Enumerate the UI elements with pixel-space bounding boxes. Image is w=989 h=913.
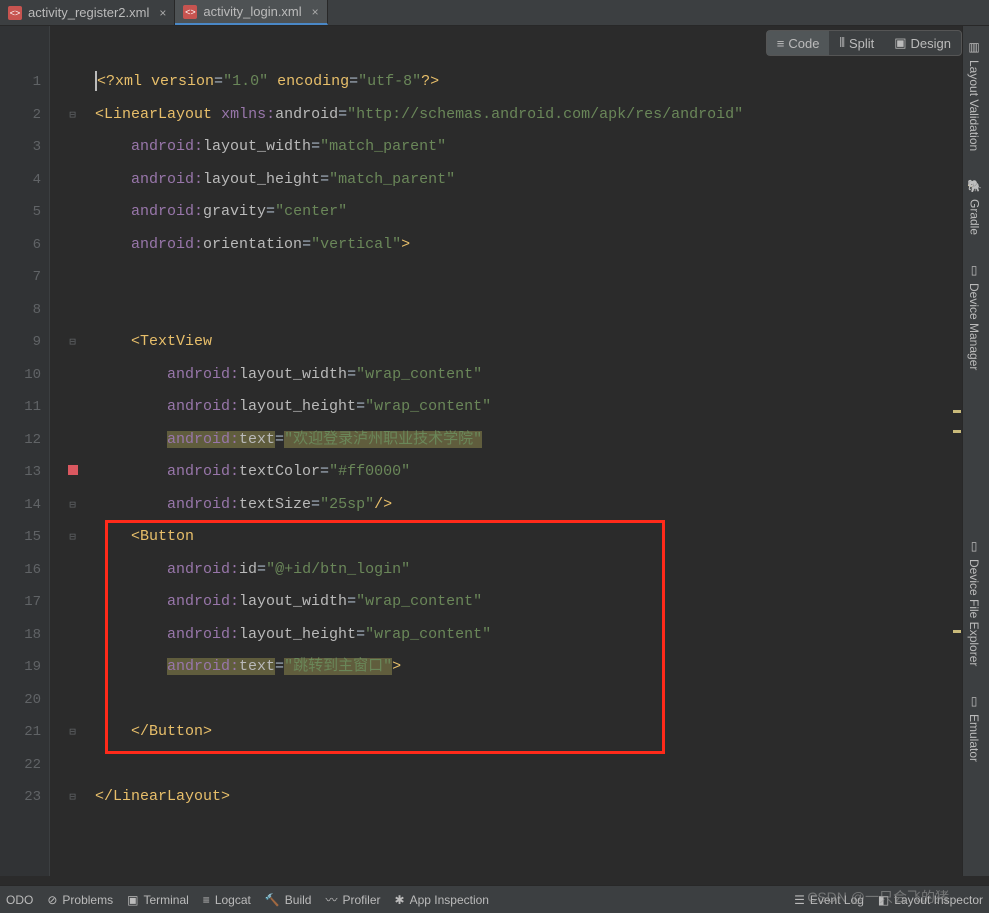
status-bar: ODO ⊘ Problems ▣ Terminal ≡ Logcat 🔨 Bui… [0,885,989,913]
problems-tool[interactable]: ⊘ Problems [47,893,113,907]
emulator-icon: ▯ [971,694,978,708]
fold-end-icon[interactable]: ⊟ [68,717,78,727]
terminal-icon: ▣ [127,893,138,907]
tab-register2[interactable]: <> activity_register2.xml × [0,0,175,25]
device-file-explorer-tool[interactable]: ▯ Device File Explorer [963,525,985,680]
list-icon: ≡ [777,36,785,51]
design-view-button[interactable]: ▣ Design [884,31,961,55]
build-tool[interactable]: 🔨 Build [265,893,312,907]
fold-icon[interactable]: ⊟ [68,100,78,110]
device-icon: ▯ [971,263,978,277]
line-number-gutter: 12 34 56 78 910 1112 1314 1516 1718 1920… [0,26,50,876]
terminal-tool[interactable]: ▣ Terminal [127,893,189,907]
profiler-tool[interactable]: 〰 Profiler [325,891,380,908]
app-inspection-tool[interactable]: ✱ App Inspection [395,893,489,907]
folder-icon: ▯ [971,539,978,553]
right-tool-strip: ▥ Layout Validation 🐘 Gradle ▯ Device Ma… [962,26,989,876]
warning-icon: ⊘ [47,893,57,907]
close-icon[interactable]: × [312,5,319,19]
layout-icon: ▥ [968,40,979,54]
gradle-icon: 🐘 [967,179,982,193]
code-view-button[interactable]: ≡ Code [767,31,830,55]
logcat-icon: ≡ [203,893,210,907]
code-editor[interactable]: 12 34 56 78 910 1112 1314 1516 1718 1920… [0,26,962,876]
split-view-button[interactable]: ⫴ Split [829,31,884,55]
layout-validation-tool[interactable]: ▥ Layout Validation [963,26,985,165]
tab-login[interactable]: <> activity_login.xml × [175,0,327,25]
image-icon: ▣ [894,35,906,51]
profiler-icon: 〰 [325,891,337,908]
marker-gutter: ⊟ ⊟ ⊟ ⊟ ⊟ ⊟ [50,26,95,876]
error-stripe[interactable] [951,70,961,830]
bug-icon: ✱ [395,893,405,907]
device-manager-tool[interactable]: ▯ Device Manager [963,249,985,384]
todo-tool[interactable]: ODO [6,893,33,907]
split-icon: ⫴ [839,35,844,51]
emulator-tool[interactable]: ▯ Emulator [963,680,985,776]
logcat-tool[interactable]: ≡ Logcat [203,893,251,907]
xml-file-icon: <> [183,5,197,19]
layout-inspector-tool[interactable]: ◧ Layout Inspector [878,893,983,907]
fold-end-icon[interactable]: ⊟ [68,490,78,500]
event-log-tool[interactable]: ☰ Event Log [794,893,864,907]
xml-file-icon: <> [8,6,22,20]
tab-label: activity_register2.xml [28,5,149,20]
fold-icon[interactable]: ⊟ [68,522,78,532]
gradle-tool[interactable]: 🐘 Gradle [963,165,986,249]
color-marker-icon[interactable] [68,465,78,475]
close-icon[interactable]: × [159,6,166,20]
log-icon: ☰ [794,893,805,907]
hammer-icon: 🔨 [265,893,280,907]
fold-end-icon[interactable]: ⊟ [68,782,78,792]
fold-icon[interactable]: ⊟ [68,327,78,337]
view-mode-switcher: ≡ Code ⫴ Split ▣ Design [766,30,962,56]
code-content[interactable]: <?xml version="1.0" encoding="utf-8"?> <… [95,26,962,876]
layers-icon: ◧ [878,893,889,907]
tab-label: activity_login.xml [203,4,301,19]
editor-tabs-bar: <> activity_register2.xml × <> activity_… [0,0,989,26]
